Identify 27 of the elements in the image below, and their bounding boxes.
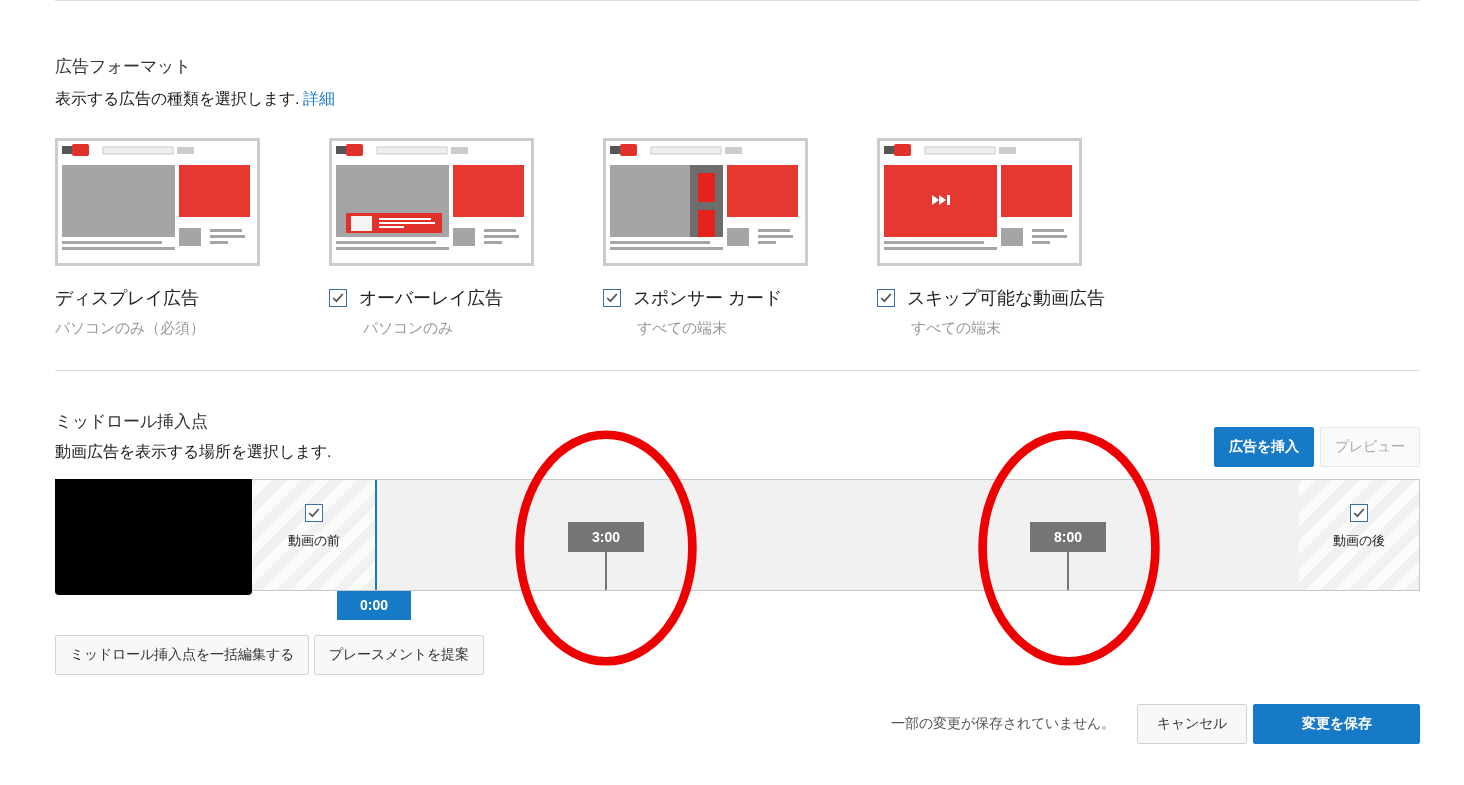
section-title: ミッドロール挿入点 xyxy=(55,411,209,433)
checkbox[interactable] xyxy=(329,289,347,307)
unsaved-status: 一部の変更が保存されていません。 xyxy=(891,715,1115,733)
format-note: すべての端末 xyxy=(911,319,1002,338)
slot-label: 動画の前 xyxy=(287,532,340,550)
format-note: パソコンのみ xyxy=(363,319,454,338)
checkbox[interactable] xyxy=(603,289,621,307)
action-button[interactable]: ミッドロール挿入点を一括編集する xyxy=(55,635,309,675)
checkbox[interactable] xyxy=(877,289,895,307)
format-note: すべての端末 xyxy=(637,319,728,338)
cancel-button[interactable]: キャンセル xyxy=(1137,704,1247,744)
section-description: 動画広告を表示する場所を選択します. xyxy=(55,442,332,462)
format-label: オーバーレイ広告 xyxy=(359,287,503,310)
format-label: スポンサー カード xyxy=(633,287,782,310)
action-button[interactable]: プレースメントを提案 xyxy=(314,635,484,675)
format-note: パソコンのみ（必須） xyxy=(55,319,206,338)
slot-label: 動画の後 xyxy=(1333,532,1385,550)
details-link[interactable]: 詳細 xyxy=(303,90,336,107)
checkbox[interactable] xyxy=(304,504,323,522)
format-label: ディスプレイ広告 xyxy=(55,287,199,310)
insert-ad-button[interactable]: 広告を挿入 xyxy=(1214,427,1314,467)
section-description: 表示する広告の種類を選択します. xyxy=(55,90,300,107)
section-title: 広告フォーマット xyxy=(55,56,192,78)
playhead-time[interactable]: 0:00 xyxy=(337,591,411,620)
format-label: スキップ可能な動画広告 xyxy=(907,287,1105,310)
save-button[interactable]: 変更を保存 xyxy=(1253,704,1420,744)
checkbox[interactable] xyxy=(1350,504,1368,522)
